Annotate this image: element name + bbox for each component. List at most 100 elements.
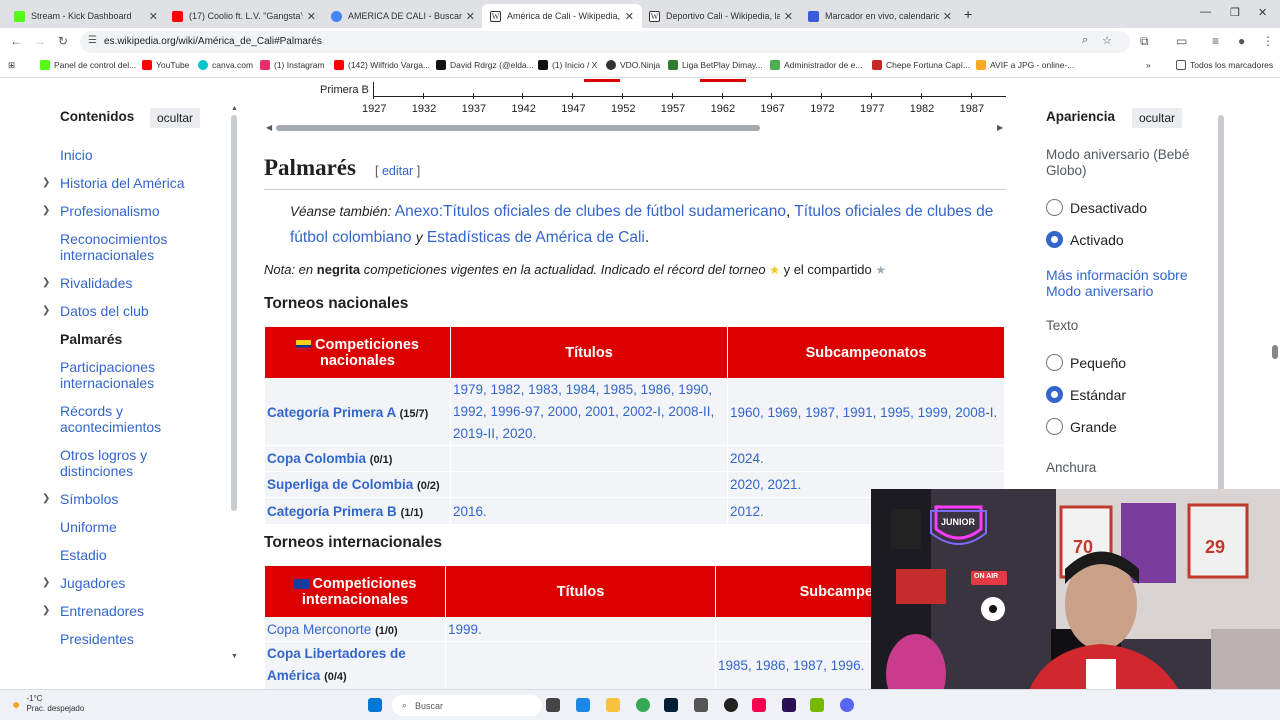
toc-item[interactable]: Reconocimientos internacionales xyxy=(60,231,220,263)
weather-widget[interactable]: ● -1°C Prac. despejado xyxy=(12,694,84,714)
chevron-right-icon[interactable]: ❯ xyxy=(42,577,50,588)
page-scrollbar[interactable] xyxy=(1272,345,1278,359)
radio-grande[interactable]: Grande xyxy=(1046,418,1117,435)
toc-item[interactable]: Récords y acontecimientos xyxy=(60,403,220,435)
apps-icon[interactable]: ⊞ xyxy=(8,60,15,71)
bookmark-item[interactable]: VDO.Ninja xyxy=(606,60,660,70)
new-tab-icon[interactable]: + xyxy=(964,6,972,22)
competition-name[interactable]: Categoría Primera B xyxy=(267,504,397,519)
close-icon[interactable]: ✕ xyxy=(149,10,158,23)
browser-tab[interactable]: Marcador en vivo, calendario y ✕ xyxy=(800,4,960,28)
forward-icon[interactable]: → xyxy=(34,34,46,48)
toc-item[interactable]: Otros logros y distinciones xyxy=(60,447,220,479)
address-bar[interactable]: ☰ es.wikipedia.org/wiki/América_de_Cali#… xyxy=(80,31,1130,53)
browser-tab-active[interactable]: W América de Cali - Wikipedia, la ✕ xyxy=(482,4,642,28)
bookmark-item[interactable]: (142) Wilfrido Varga... xyxy=(334,60,430,70)
appearance-scrollbar[interactable] xyxy=(1218,115,1224,515)
bookmark-item[interactable]: Liga BetPlay Dimay... xyxy=(668,60,763,70)
runners-up-cell[interactable]: 2024. xyxy=(727,445,1005,472)
edit-link[interactable]: editar xyxy=(382,164,413,178)
radio-button[interactable] xyxy=(1046,199,1063,216)
scroll-left-icon[interactable]: ◀ xyxy=(266,123,272,132)
bookmark-star-icon[interactable]: ☆ xyxy=(1102,34,1112,47)
competition-cell[interactable]: Categoría Primera A (15/7) xyxy=(264,378,451,446)
bookmark-item[interactable]: YouTube xyxy=(142,60,189,70)
copilot-icon[interactable] xyxy=(576,698,590,712)
competition-name[interactable]: Copa Colombia xyxy=(267,451,366,466)
toc-item[interactable]: Historia del América xyxy=(60,175,220,191)
competition-cell[interactable]: Copa Colombia (0/1) xyxy=(264,445,451,472)
chevron-right-icon[interactable]: ❯ xyxy=(42,305,50,316)
nvidia-icon[interactable] xyxy=(810,698,824,712)
menu-icon[interactable]: ⋮ xyxy=(1262,34,1274,48)
taskbar-search[interactable]: ⌕ Buscar xyxy=(392,695,542,716)
file-explorer-icon[interactable] xyxy=(606,698,620,712)
bookmark-item[interactable]: Administrador de e... xyxy=(770,60,862,70)
bookmark-item[interactable]: AVIF a JPG - online-... xyxy=(976,60,1074,70)
browser-tab[interactable]: Stream - Kick Dashboard ✕ xyxy=(6,4,166,28)
close-icon[interactable]: ✕ xyxy=(943,10,952,23)
windows-start-icon[interactable] xyxy=(368,698,382,712)
bookmark-item[interactable]: (1) Instagram xyxy=(260,60,325,70)
profile-icon[interactable]: ● xyxy=(1238,34,1245,48)
close-icon[interactable]: ✕ xyxy=(625,10,634,23)
bookmark-item[interactable]: Panel de control del... xyxy=(40,60,136,70)
media-icon[interactable]: ≡ xyxy=(1212,34,1219,48)
titles-cell[interactable]: 1999. xyxy=(445,617,716,642)
chrome-icon[interactable] xyxy=(636,698,650,712)
chevron-right-icon[interactable]: ❯ xyxy=(42,605,50,616)
bookmark-item[interactable]: Chepe Fortuna Capí... xyxy=(872,60,970,70)
competition-name[interactable]: Categoría Primera A xyxy=(267,405,396,420)
bookmark-item[interactable]: David Rdrgz (@elda... xyxy=(436,60,534,70)
toc-item[interactable]: Rivalidades xyxy=(60,275,220,291)
competition-name[interactable]: Copa Merconorte xyxy=(267,622,371,637)
competition-cell[interactable]: Categoría Primera B (1/1) xyxy=(264,497,451,525)
close-icon[interactable]: ✕ xyxy=(784,10,793,23)
after-effects-icon[interactable] xyxy=(782,698,796,712)
reload-icon[interactable]: ↻ xyxy=(58,34,68,48)
scroll-up-icon[interactable]: ▲ xyxy=(231,105,238,112)
radio-button[interactable] xyxy=(1046,418,1063,435)
restore-icon[interactable]: ❐ xyxy=(1230,6,1240,19)
chevron-right-icon[interactable]: ❯ xyxy=(42,277,50,288)
more-info-link[interactable]: Más información sobre Modo aniversario xyxy=(1046,267,1206,299)
extensions-icon[interactable]: ⧉ xyxy=(1140,34,1149,49)
minimize-icon[interactable]: — xyxy=(1200,6,1211,18)
browser-tab[interactable]: W Deportivo Cali - Wikipedia, la e ✕ xyxy=(641,4,801,28)
radio-button[interactable] xyxy=(1046,354,1063,371)
toc-item[interactable]: Estadio xyxy=(60,547,220,563)
scroll-down-icon[interactable]: ▼ xyxy=(231,653,238,660)
bookmark-item[interactable]: (1) Inicio / X xyxy=(538,60,597,70)
toc-scrollbar[interactable] xyxy=(231,115,237,511)
toc-item[interactable]: Uniforme xyxy=(60,519,220,535)
zoom-icon[interactable]: ⌕ xyxy=(1082,34,1088,47)
competition-cell[interactable]: Copa Merconorte (1/0) xyxy=(264,617,446,642)
browser-tab[interactable]: AMERICA DE CALI - Buscar con ✕ xyxy=(323,4,483,28)
chevron-right-icon[interactable]: ❯ xyxy=(42,205,50,216)
toc-item[interactable]: Jugadores xyxy=(60,575,220,591)
task-view-icon[interactable] xyxy=(546,698,560,712)
back-icon[interactable]: ← xyxy=(10,34,22,48)
toc-item[interactable]: Participaciones internacionales xyxy=(60,359,220,391)
more-bookmarks-icon[interactable]: » xyxy=(1146,60,1151,70)
scroll-right-icon[interactable]: ▶ xyxy=(997,123,1003,132)
competition-name[interactable]: Superliga de Colombia xyxy=(267,477,413,492)
see-also-link[interactable]: Anexo:Títulos oficiales de clubes de fút… xyxy=(395,203,786,220)
discord-icon[interactable] xyxy=(840,698,854,712)
horizontal-scrollbar[interactable] xyxy=(276,125,760,131)
browser-tab[interactable]: (17) Coolio ft. L.V. "Gangsta's Pa ✕ xyxy=(164,4,324,28)
radio-desactivado[interactable]: Desactivado xyxy=(1046,199,1147,216)
chevron-right-icon[interactable]: ❯ xyxy=(42,177,50,188)
toc-item[interactable]: Datos del club xyxy=(60,303,220,319)
close-icon[interactable]: ✕ xyxy=(466,10,475,23)
titles-cell[interactable]: 1979, 1982, 1983, 1984, 1985, 1986, 1990… xyxy=(450,378,728,446)
see-also-link[interactable]: Estadísticas de América de Cali xyxy=(427,229,645,246)
site-info-icon[interactable]: ☰ xyxy=(88,35,97,46)
appearance-hide-button[interactable]: ocultar xyxy=(1132,108,1183,128)
toc-item[interactable]: Palmarés xyxy=(60,331,220,347)
toc-hide-button[interactable]: ocultar xyxy=(150,108,201,128)
radio-button-selected[interactable] xyxy=(1046,386,1063,403)
radio-estandar[interactable]: Estándar xyxy=(1046,386,1126,403)
bookmark-item[interactable]: canva.com xyxy=(198,60,253,70)
competition-cell[interactable]: Superliga de Colombia (0/2) xyxy=(264,471,451,498)
